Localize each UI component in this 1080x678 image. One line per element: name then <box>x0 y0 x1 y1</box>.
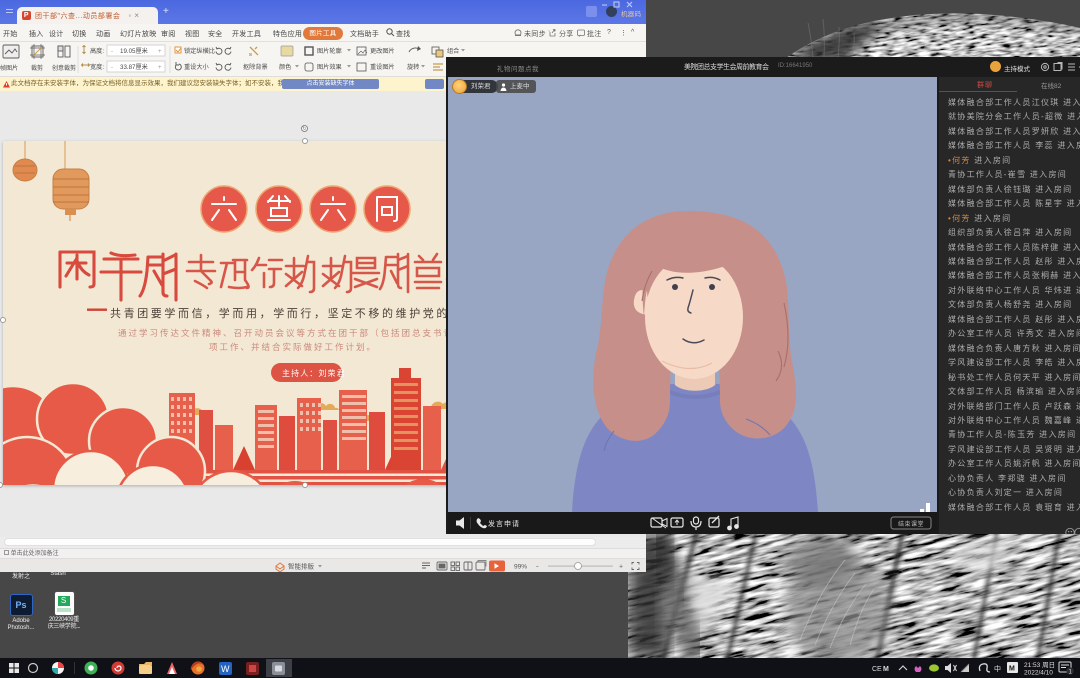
svg-text:主持人：刘荣君: 主持人：刘荣君 <box>282 368 346 378</box>
svg-text:结束课堂: 结束课堂 <box>898 520 924 528</box>
svg-text:重设图片: 重设图片 <box>370 63 395 71</box>
svg-text:99%: 99% <box>514 564 527 571</box>
svg-text:M: M <box>883 666 889 673</box>
svg-text:项工作、并结合实际做好工作计划。: 项工作、并结合实际做好工作计划。 <box>209 342 377 352</box>
svg-text:-: - <box>111 64 113 71</box>
svg-text:更改图片: 更改图片 <box>370 47 395 55</box>
svg-text:-: - <box>536 562 539 571</box>
svg-text:高度:: 高度: <box>90 47 104 55</box>
svg-text:-: - <box>111 48 113 55</box>
svg-text:19.05厘米: 19.05厘米 <box>120 47 148 55</box>
svg-text:发言申请: 发言申请 <box>488 519 520 528</box>
svg-text:宽度:: 宽度: <box>90 63 104 71</box>
svg-text:21:53 周日: 21:53 周日 <box>1024 661 1055 669</box>
svg-text:智能排版: 智能排版 <box>288 562 315 571</box>
svg-text:33.87厘米: 33.87厘米 <box>120 63 148 71</box>
svg-text:组合: 组合 <box>447 47 459 55</box>
svg-text:M: M <box>1009 666 1015 673</box>
svg-text:重设大小: 重设大小 <box>184 63 210 71</box>
svg-text:W: W <box>221 664 230 674</box>
svg-text:旋转: 旋转 <box>407 63 419 71</box>
svg-text:帧图片: 帧图片 <box>0 64 18 72</box>
svg-text:颜色: 颜色 <box>279 63 291 71</box>
svg-text:锁定纵横比: 锁定纵横比 <box>184 47 215 55</box>
svg-text:+: + <box>619 564 623 571</box>
svg-text:图片效果: 图片效果 <box>317 63 342 71</box>
svg-text:2022/4/10: 2022/4/10 <box>1024 670 1053 677</box>
svg-text:中: 中 <box>994 664 1001 673</box>
svg-text:抠除背景: 抠除背景 <box>243 63 268 71</box>
svg-text:+: + <box>158 48 162 55</box>
svg-text:创意裁剪: 创意裁剪 <box>52 64 76 72</box>
svg-text:CE: CE <box>872 666 882 673</box>
svg-text:裁剪: 裁剪 <box>31 64 43 72</box>
svg-text:+: + <box>158 64 162 71</box>
svg-text:图片轮廓: 图片轮廓 <box>317 47 342 55</box>
